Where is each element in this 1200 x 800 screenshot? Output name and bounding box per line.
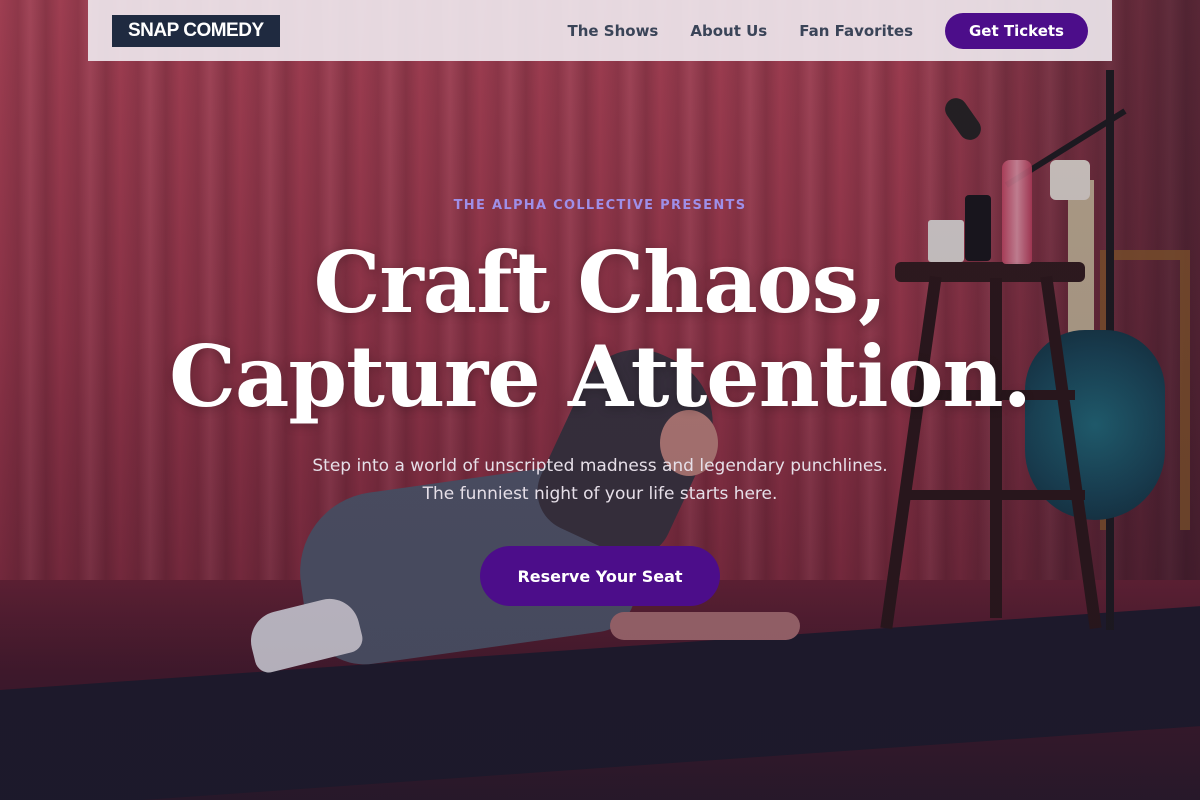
hero-headline: Craft Chaos, Capture Attention.	[0, 236, 1200, 424]
reserve-seat-button[interactable]: Reserve Your Seat	[480, 546, 720, 606]
hero-subhead-line-1: Step into a world of unscripted madness …	[312, 456, 888, 476]
hero-headline-line-2: Capture Attention.	[169, 327, 1032, 426]
hero-headline-line-1: Craft Chaos,	[313, 233, 888, 332]
hero-subhead: Step into a world of unscripted madness …	[0, 452, 1200, 508]
hero-eyebrow: THE ALPHA COLLECTIVE PRESENTS	[453, 198, 747, 213]
hero-section: THE ALPHA COLLECTIVE PRESENTS Craft Chao…	[0, 0, 1200, 800]
hero-subhead-line-2: The funniest night of your life starts h…	[422, 484, 778, 504]
